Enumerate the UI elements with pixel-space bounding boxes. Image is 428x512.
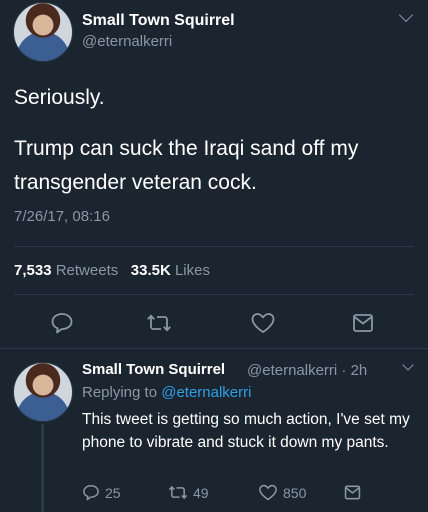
like-count: 850	[283, 484, 307, 501]
likes-label[interactable]: Likes	[175, 262, 210, 279]
share-action[interactable]	[344, 484, 361, 501]
tweet-actions	[0, 304, 428, 340]
retweet-action[interactable]: 49	[168, 484, 209, 501]
user-handle[interactable]: @eternalkerri	[82, 33, 172, 50]
chevron-down-icon[interactable]	[402, 359, 414, 371]
reply-action[interactable]: 25	[82, 484, 121, 501]
retweet-icon[interactable]	[168, 484, 188, 501]
share-icon[interactable]	[344, 484, 361, 501]
user-handle-time[interactable]: @eternalkerri · 2h	[247, 362, 367, 379]
avatar[interactable]	[13, 362, 73, 422]
likes-count[interactable]: 33.5K	[131, 262, 171, 279]
share-icon[interactable]	[352, 312, 374, 339]
tweet-text-line1: Seriously.	[14, 86, 105, 109]
reply-icon[interactable]	[50, 312, 74, 339]
retweet-count: 49	[193, 484, 209, 501]
thread-line	[41, 424, 44, 512]
retweets-count[interactable]: 7,533	[14, 262, 52, 279]
divider	[14, 294, 414, 295]
retweets-label[interactable]: Retweets	[56, 262, 119, 279]
retweet-icon[interactable]	[146, 312, 172, 339]
avatar[interactable]	[13, 2, 73, 62]
tweet-timestamp[interactable]: 7/26/17, 08:16	[14, 208, 110, 225]
display-name[interactable]: Small Town Squirrel	[82, 361, 225, 378]
reply-icon[interactable]	[82, 484, 100, 501]
reply-text: This tweet is getting so much action, I'…	[82, 411, 410, 451]
tweet-text-body: Trump can suck the Iraqi sand off my tra…	[14, 137, 359, 194]
like-action[interactable]: 850	[258, 484, 306, 501]
like-icon[interactable]	[250, 312, 276, 339]
display-name[interactable]: Small Town Squirrel	[82, 12, 235, 30]
replying-to: Replying to @eternalkerri	[82, 384, 251, 401]
reply-actions: 25 49 850	[82, 484, 422, 508]
replying-handle-link[interactable]: @eternalkerri	[161, 384, 251, 401]
reply-count: 25	[105, 484, 121, 501]
chevron-down-icon[interactable]	[398, 7, 414, 23]
tweet-stats: 7,533 Retweets 33.5K Likes	[14, 262, 210, 279]
like-icon[interactable]	[258, 484, 278, 501]
divider	[14, 246, 414, 247]
divider	[0, 348, 428, 349]
replying-prefix: Replying to	[82, 384, 158, 401]
